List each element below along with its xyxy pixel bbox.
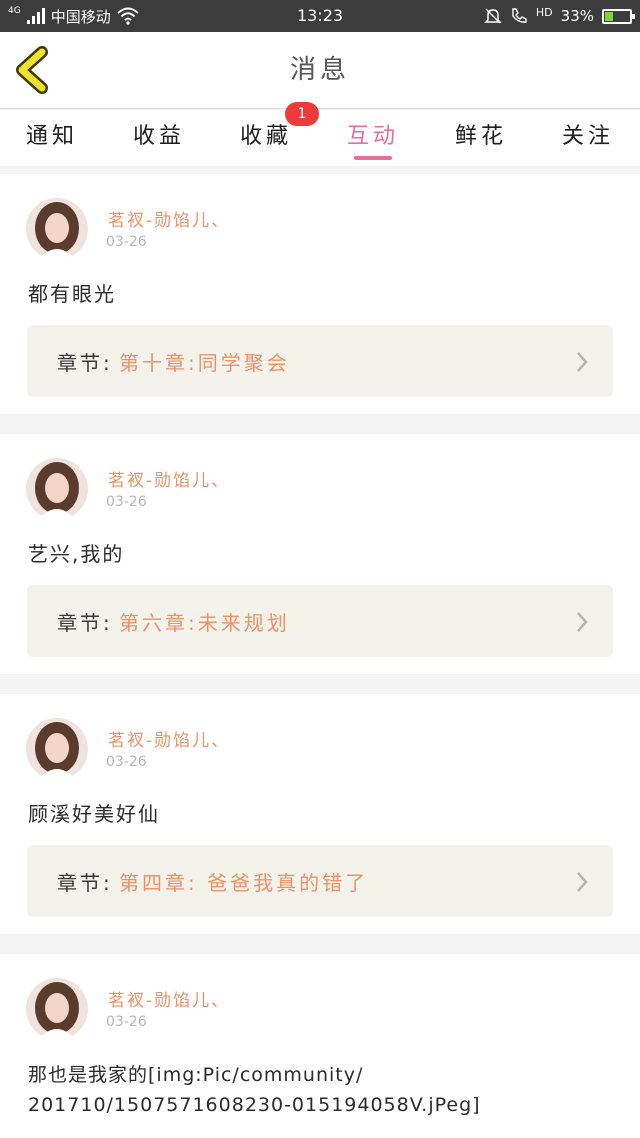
- chevron-right-icon: [577, 352, 588, 372]
- mute-bell-icon: [484, 8, 502, 24]
- hd-indicator: HD: [535, 5, 553, 19]
- battery-percent: 33%: [560, 7, 594, 25]
- comment-text: 都有眼光: [28, 282, 116, 306]
- favorites-badge: 1: [285, 102, 319, 126]
- avatar[interactable]: [26, 458, 88, 520]
- username[interactable]: 茗衩-勋馅儿、: [108, 986, 230, 1011]
- message-date: 03-26: [106, 1014, 147, 1030]
- tab-following[interactable]: 关注: [543, 118, 633, 150]
- tab-bar: 通知 收益 收藏 互动 鲜花 关注: [0, 110, 640, 166]
- username[interactable]: 茗衩-勋馅儿、: [108, 466, 230, 491]
- chapter-label: 章节:: [57, 611, 113, 635]
- battery-icon: [602, 8, 635, 24]
- chapter-link[interactable]: 章节: 第四章: 爸爸我真的错了: [27, 845, 613, 917]
- message-card: 茗衩-勋馅儿、 03-26 艺兴,我的 章节: 第六章:未来规划: [0, 434, 640, 674]
- comment-text: 艺兴,我的: [28, 542, 125, 566]
- chevron-right-icon: [577, 872, 588, 892]
- comment-text: 那也是我家的[img:Pic/community/: [28, 1064, 364, 1086]
- call-icon: [512, 8, 527, 23]
- tab-flowers[interactable]: 鲜花: [436, 118, 526, 150]
- chapter-title: 第六章:未来规划: [119, 611, 290, 635]
- avatar[interactable]: [26, 978, 88, 1040]
- tab-notifications[interactable]: 通知: [7, 118, 97, 150]
- status-bar: 4G 中国移动 13:23 HD 33%: [0, 0, 640, 32]
- comment-text-continued: 201710/1507571608230-015194058V.jPeg]: [28, 1094, 481, 1116]
- avatar[interactable]: [26, 718, 88, 780]
- tab-interactions[interactable]: 互动: [328, 118, 418, 150]
- active-tab-indicator: [354, 156, 392, 160]
- message-card: 茗衩-勋馅儿、 03-26 都有眼光 章节: 第十章:同学聚会: [0, 174, 640, 414]
- message-date: 03-26: [106, 494, 147, 510]
- username[interactable]: 茗衩-勋馅儿、: [108, 206, 230, 231]
- tab-earnings[interactable]: 收益: [114, 118, 204, 150]
- chapter-title: 第十章:同学聚会: [119, 351, 290, 375]
- message-date: 03-26: [106, 754, 147, 770]
- message-card: 茗衩-勋馅儿、 03-26 顾溪好美好仙 章节: 第四章: 爸爸我真的错了: [0, 694, 640, 934]
- chapter-title: 第四章: 爸爸我真的错了: [119, 871, 369, 895]
- avatar[interactable]: [26, 198, 88, 260]
- chapter-link[interactable]: 章节: 第六章:未来规划: [27, 585, 613, 657]
- chapter-label: 章节:: [57, 871, 113, 895]
- title-bar: 消息: [0, 32, 640, 109]
- page-title: 消息: [289, 55, 350, 85]
- chevron-right-icon: [577, 612, 588, 632]
- message-date: 03-26: [106, 234, 147, 250]
- comment-text: 顾溪好美好仙: [28, 802, 160, 826]
- message-card: 茗衩-勋馅儿、 03-26 那也是我家的[img:Pic/community/ …: [0, 954, 640, 1138]
- username[interactable]: 茗衩-勋馅儿、: [108, 726, 230, 751]
- chapter-link[interactable]: 章节: 第十章:同学聚会: [27, 325, 613, 397]
- chapter-label: 章节:: [57, 351, 113, 375]
